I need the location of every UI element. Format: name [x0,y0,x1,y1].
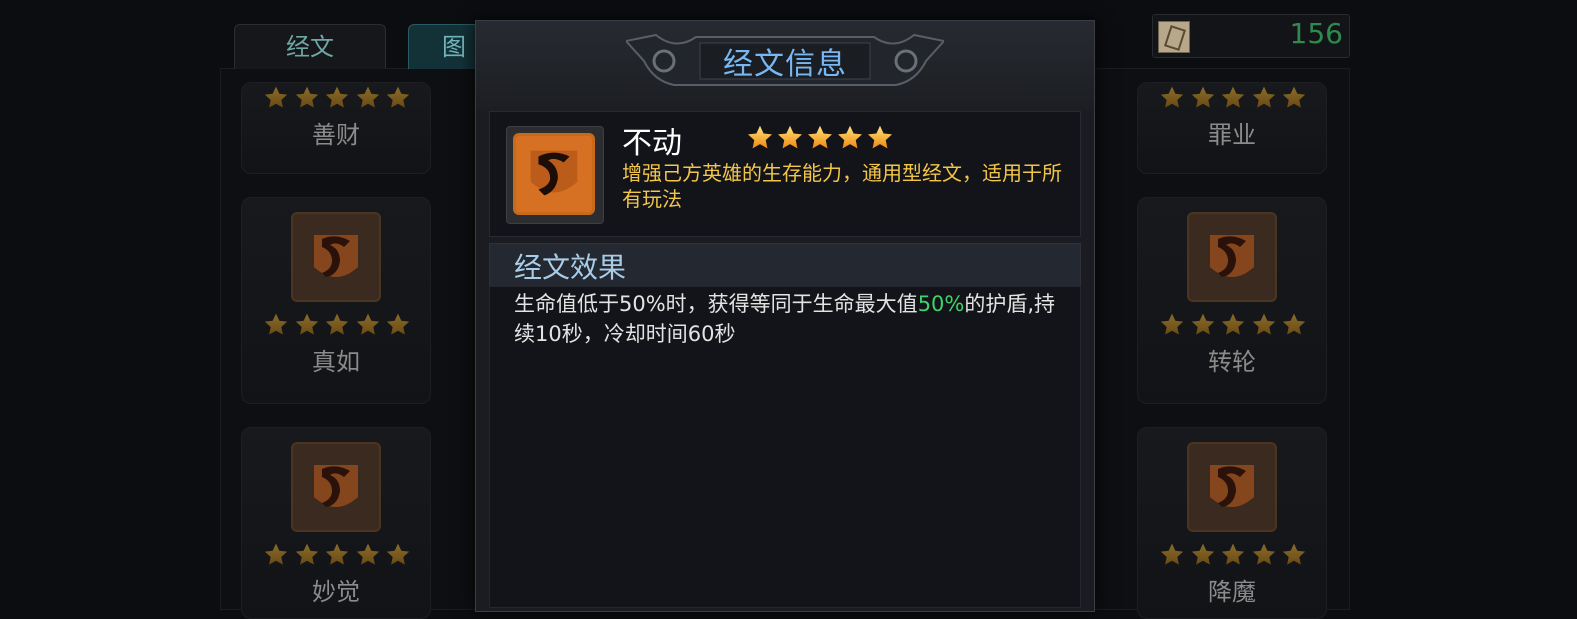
star-rating [1158,542,1308,568]
effect-title: 经文效果 [514,251,627,284]
dialog-header: 经文信息 [476,21,1094,111]
star-icon [1189,85,1217,111]
star-icon [262,542,290,568]
star-icon [1158,85,1186,111]
rune-icon [1187,212,1277,302]
scripture-card[interactable]: 降魔 [1137,427,1327,619]
star-icon [262,312,290,338]
star-icon [323,85,351,111]
star-rating [1158,85,1308,111]
star-icon [1189,312,1217,338]
scripture-card[interactable]: 转轮 [1137,197,1327,404]
star-rating [262,312,412,338]
star-rating [262,85,412,111]
rune-icon [1187,442,1277,532]
star-icon [384,312,412,338]
effect-highlight-value: 50% [917,292,965,316]
star-icon [746,124,774,152]
star-icon [293,312,321,338]
rune-icon [291,212,381,302]
star-icon [293,85,321,111]
star-icon [323,312,351,338]
scripture-info-dialog: 经文信息 不动 增强己方英雄的生存能力，通用型经文，适用于所有玩法 经文效果 生… [475,20,1095,612]
star-icon [293,542,321,568]
item-icon-frame [506,126,604,224]
item-summary: 不动 增强己方英雄的生存能力，通用型经文，适用于所有玩法 [489,111,1081,237]
star-icon [1250,85,1278,111]
star-icon [776,124,804,152]
scripture-name: 真如 [312,348,360,376]
tab-scriptures[interactable]: 经文 [234,24,386,69]
rune-icon [513,133,595,215]
effect-section: 生命值低于50%时，获得等同于生命最大值50%的护盾,持续10秒，冷却时间60秒 [489,286,1081,608]
rune-icon [291,442,381,532]
scripture-name: 善财 [312,121,360,149]
star-icon [1219,542,1247,568]
scripture-name: 罪业 [1208,121,1256,149]
scripture-card[interactable]: 善财 [241,82,431,174]
star-icon [1158,542,1186,568]
effect-text: 生命值低于50%时，获得等同于生命最大值50%的护盾,持续10秒，冷却时间60秒 [514,289,1074,349]
star-icon [1158,312,1186,338]
scripture-name: 转轮 [1208,348,1256,376]
scroll-icon [1158,21,1190,53]
star-icon [384,85,412,111]
item-name: 不动 [622,126,682,161]
star-icon [806,124,834,152]
star-icon [354,85,382,111]
star-icon [1280,85,1308,111]
star-icon [262,85,290,111]
star-rating [746,124,894,152]
scripture-card[interactable]: 真如 [241,197,431,404]
dialog-title: 经文信息 [723,47,847,82]
star-icon [1280,542,1308,568]
title-plate: 经文信息 [626,31,944,87]
star-icon [323,542,351,568]
effect-text-part: 生命值低于50%时，获得等同于生命最大值 [514,292,918,316]
star-rating [262,542,412,568]
star-icon [1280,312,1308,338]
star-icon [1219,85,1247,111]
star-icon [836,124,864,152]
scripture-name: 降魔 [1208,578,1256,606]
star-rating [1158,312,1308,338]
star-icon [354,542,382,568]
star-icon [1250,542,1278,568]
star-icon [384,542,412,568]
currency-display: 156 [1152,14,1350,58]
star-icon [354,312,382,338]
effect-section-header: 经文效果 [489,243,1081,287]
scripture-name: 妙觉 [312,578,360,606]
scripture-card[interactable]: 罪业 [1137,82,1327,174]
star-icon [866,124,894,152]
star-icon [1250,312,1278,338]
star-icon [1189,542,1217,568]
currency-value: 156 [1289,17,1343,50]
star-icon [1219,312,1247,338]
scripture-card[interactable]: 妙觉 [241,427,431,619]
item-description: 增强己方英雄的生存能力，通用型经文，适用于所有玩法 [622,161,1062,211]
